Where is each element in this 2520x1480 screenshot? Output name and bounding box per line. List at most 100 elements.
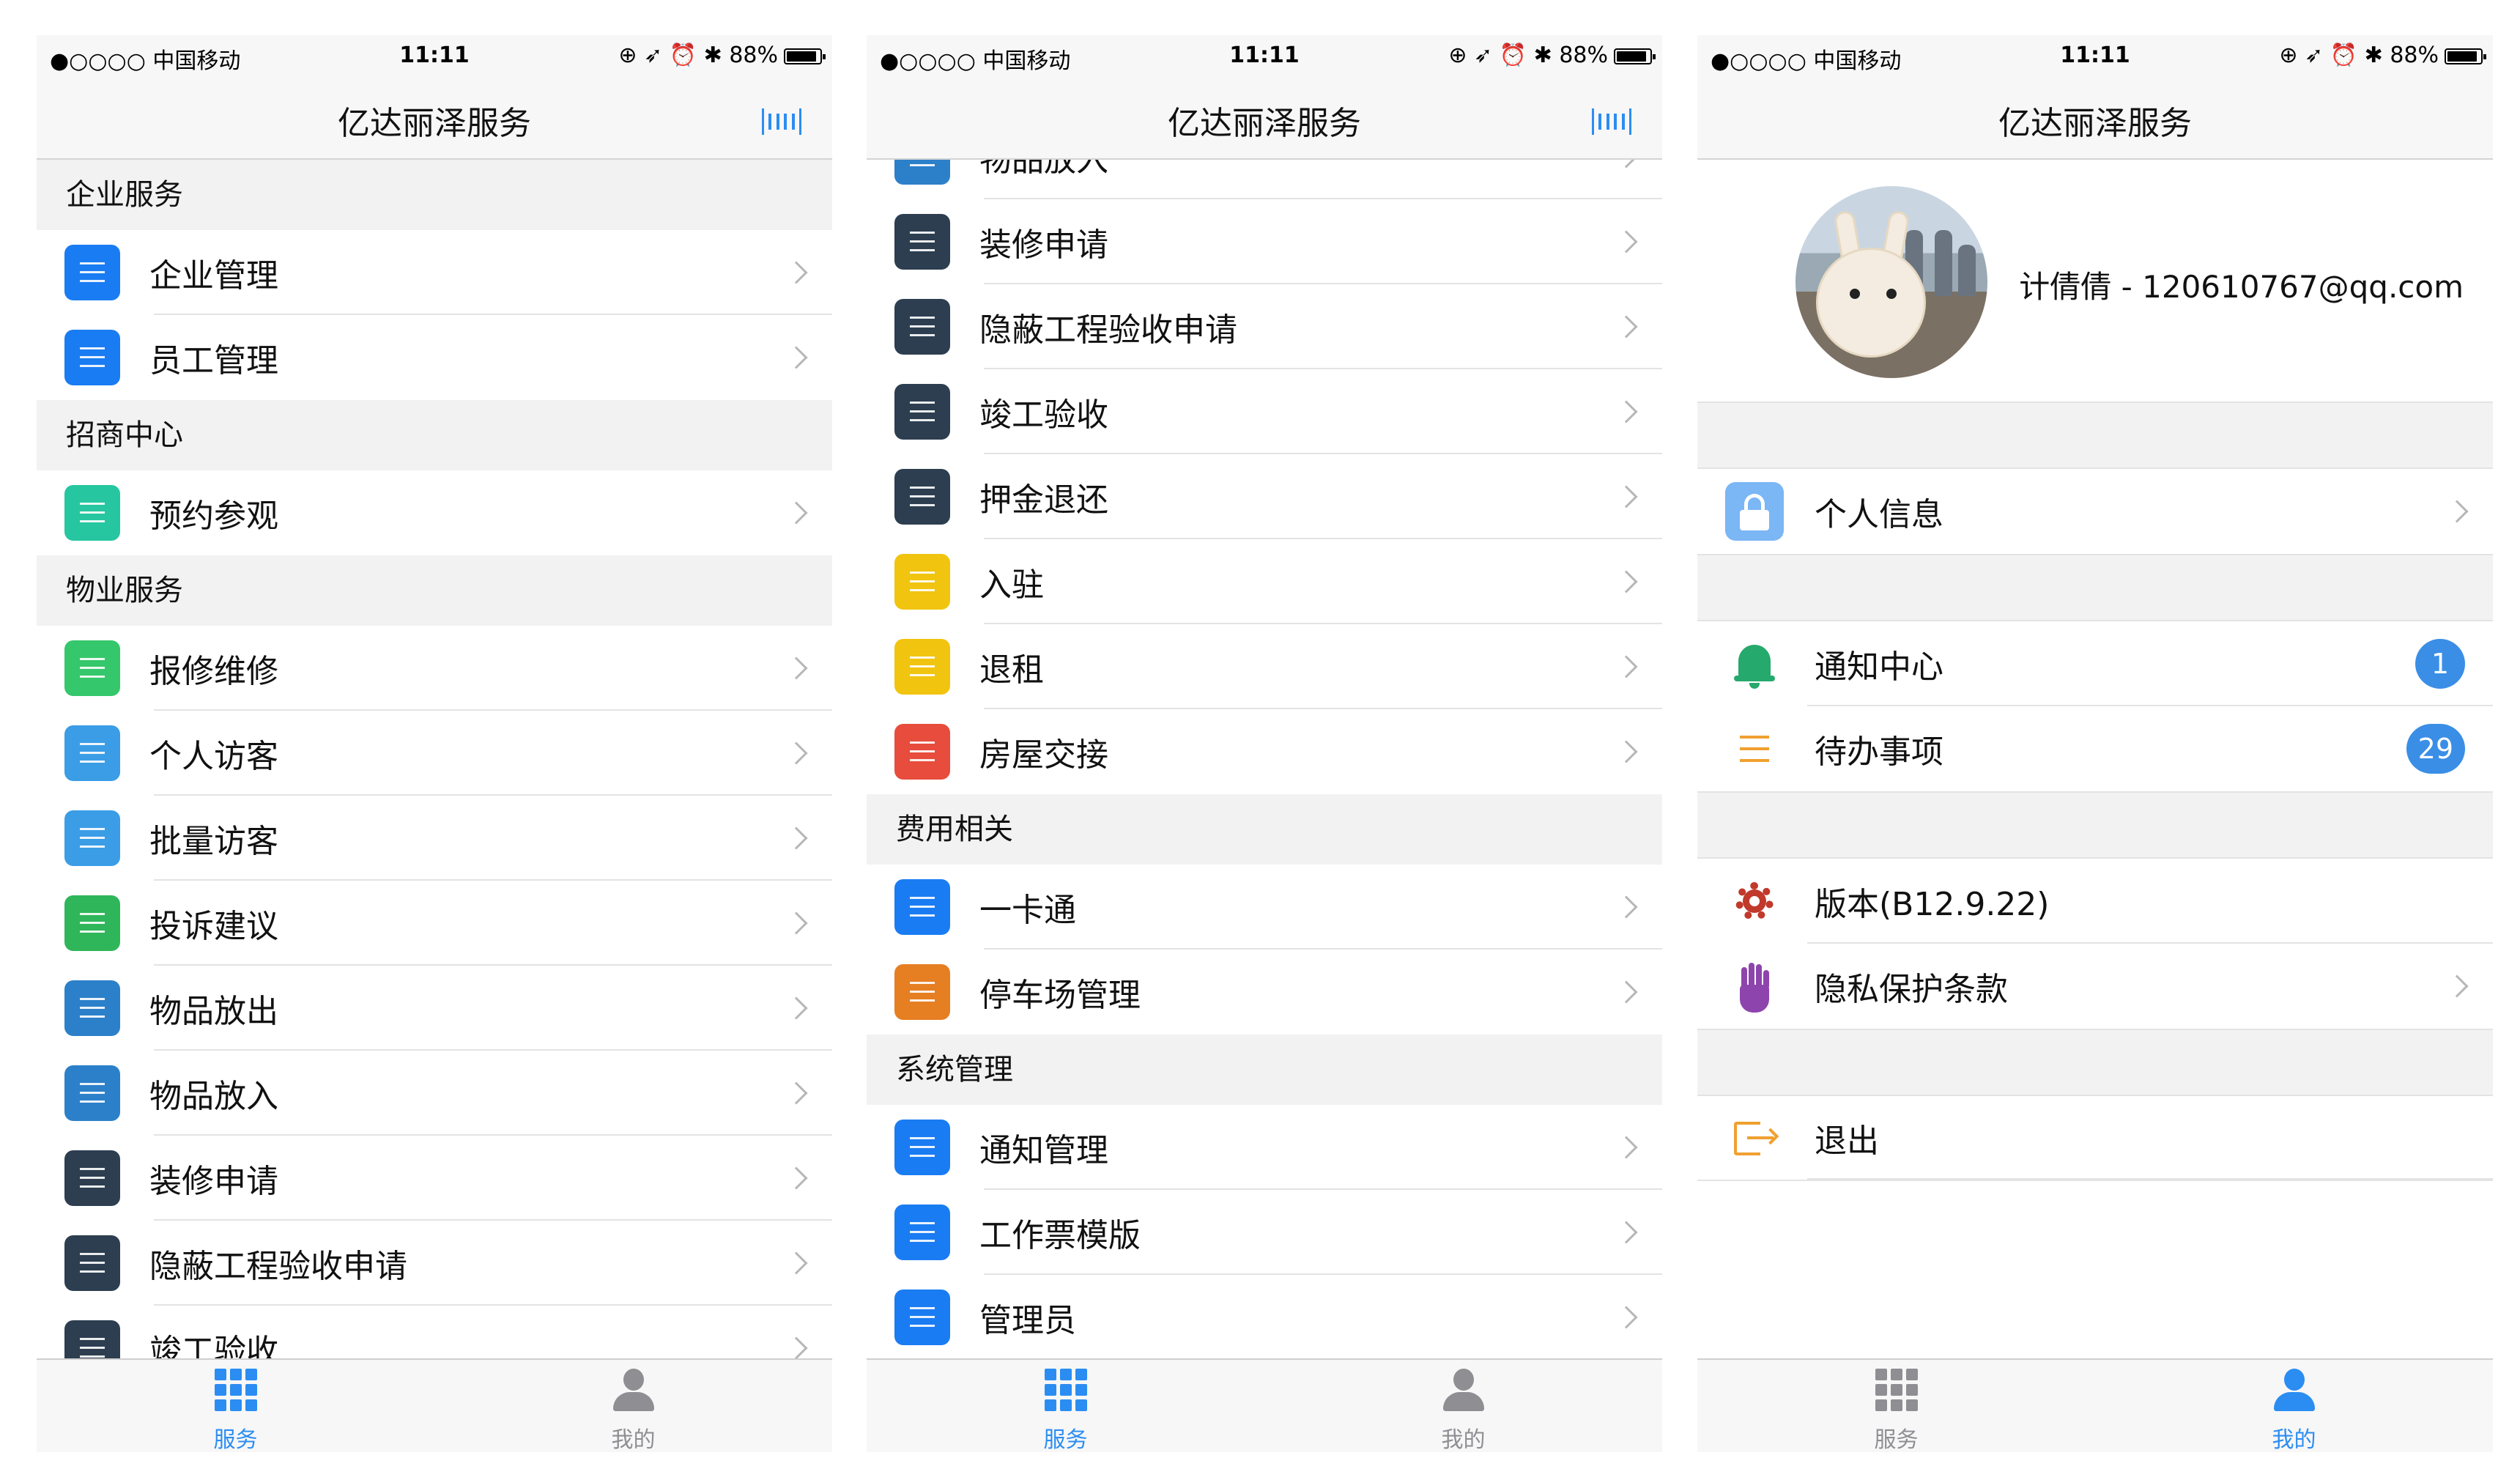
list-icon — [64, 330, 120, 385]
chevron-right-icon — [1615, 1136, 1638, 1159]
logout-icon — [1725, 1109, 1784, 1167]
section-gap — [1697, 554, 2493, 621]
chevron-right-icon — [785, 1081, 808, 1105]
chevron-right-icon — [785, 1251, 808, 1275]
chevron-right-icon — [2445, 500, 2469, 523]
personal-info-row[interactable]: 个人信息 — [1697, 469, 2493, 554]
hand-icon — [1725, 957, 1784, 1015]
list-item-label: 预约参观 — [149, 497, 278, 535]
list-item[interactable]: 报修维修 — [37, 626, 832, 711]
status-right: ⊕ ➶ ⏰ ✱ 88% — [2279, 42, 2486, 68]
personal-info-label: 个人信息 — [1815, 496, 1943, 533]
chevron-right-icon — [2445, 974, 2469, 998]
list-item[interactable]: 企业管理 — [37, 230, 832, 315]
battery-icon — [784, 48, 826, 64]
todo-row[interactable]: 待办事项 29 — [1697, 706, 2493, 791]
list-icon — [894, 879, 950, 935]
lock-icon — [1725, 482, 1784, 541]
list-item[interactable]: 退租 — [867, 624, 1662, 709]
list-item[interactable]: 物品放出 — [37, 966, 832, 1051]
tab-mine[interactable]: 我的 — [1264, 1360, 1662, 1452]
avatar[interactable] — [1796, 186, 1987, 378]
logout-row[interactable]: 退出 — [1697, 1096, 2493, 1181]
list-item-label: 入驻 — [979, 566, 1044, 604]
list-icon — [894, 964, 950, 1020]
list-icon — [64, 895, 120, 951]
nav-bar: 亿达丽泽服务 — [1697, 76, 2493, 160]
list-item[interactable]: 押金退还 — [867, 454, 1662, 539]
gear-icon — [1725, 872, 1784, 930]
section-header: 企业服务 — [37, 160, 832, 230]
list-item[interactable]: 隐蔽工程验收申请 — [867, 284, 1662, 369]
list-item[interactable]: 物品放入 — [37, 1051, 832, 1136]
notification-center-row[interactable]: 通知中心 1 — [1697, 621, 2493, 706]
list-item[interactable]: 竣工验收 — [867, 369, 1662, 454]
list-icon — [894, 160, 950, 185]
list-item-label: 企业管理 — [149, 257, 278, 295]
list-icon — [894, 469, 950, 525]
list-item[interactable]: 预约参观 — [37, 470, 832, 555]
status-right: ⊕ ➶ ⏰ ✱ 88% — [618, 42, 826, 68]
tab-service-label: 服务 — [1874, 1427, 1919, 1452]
tab-service[interactable]: 服务 — [1697, 1360, 2095, 1452]
tab-bar: 服务 我的 — [867, 1358, 1662, 1452]
chevron-right-icon — [785, 1336, 808, 1360]
chevron-right-icon — [1615, 485, 1638, 508]
list-item[interactable]: 管理员 — [867, 1275, 1662, 1360]
chevron-right-icon — [1615, 655, 1638, 678]
tab-mine-label: 我的 — [611, 1427, 656, 1452]
screen-services-top: ●○○○○ 中国移动 11:11 ⊕ ➶ ⏰ ✱ 88% 亿达丽泽服务 企业服务… — [37, 35, 832, 1452]
tab-service[interactable]: 服务 — [37, 1360, 434, 1452]
tab-mine-label: 我的 — [1441, 1427, 1486, 1452]
barcode-scan-icon[interactable] — [1592, 108, 1631, 135]
list-item-label: 停车场管理 — [979, 977, 1141, 1014]
grid-icon — [214, 1369, 257, 1411]
status-bar: ●○○○○ 中国移动 11:11 ⊕ ➶ ⏰ ✱ 88% — [37, 35, 832, 76]
privacy-label: 隐私保护条款 — [1815, 971, 2008, 1008]
list-item[interactable]: 一卡通 — [867, 865, 1662, 950]
list-item[interactable]: 房屋交接 — [867, 709, 1662, 794]
list-item-label: 房屋交接 — [979, 736, 1108, 774]
todo-badge: 29 — [2406, 724, 2465, 774]
list-item[interactable]: 通知管理 — [867, 1105, 1662, 1190]
list-icon — [894, 1205, 950, 1260]
list-item[interactable]: 工作票模版 — [867, 1190, 1662, 1275]
status-bar: ●○○○○ 中国移动 11:11 ⊕ ➶ ⏰ ✱ 88% — [867, 35, 1662, 76]
privacy-row[interactable]: 隐私保护条款 — [1697, 944, 2493, 1029]
list-icon — [894, 299, 950, 355]
list-item[interactable]: 装修申请 — [867, 199, 1662, 284]
list-item[interactable]: 隐蔽工程验收申请 — [37, 1221, 832, 1306]
list-icon — [64, 810, 120, 866]
list-item-label: 投诉建议 — [149, 908, 278, 945]
barcode-scan-icon[interactable] — [762, 108, 801, 135]
list-item-label: 退租 — [979, 651, 1044, 689]
list-item[interactable]: 物品放入 — [867, 160, 1662, 199]
section-header: 系统管理 — [867, 1035, 1662, 1105]
list-icon — [894, 214, 950, 270]
list-icon — [894, 1120, 950, 1175]
list-item[interactable]: 入驻 — [867, 539, 1662, 624]
tab-mine[interactable]: 我的 — [2095, 1360, 2493, 1452]
chevron-right-icon — [785, 996, 808, 1020]
tab-service[interactable]: 服务 — [867, 1360, 1264, 1452]
list-item[interactable]: 个人访客 — [37, 711, 832, 796]
battery-icon — [2445, 48, 2486, 64]
profile-header[interactable]: 计倩倩 - 120610767@qq.com — [1697, 160, 2493, 402]
list-item[interactable]: 装修申请 — [37, 1136, 832, 1221]
service-list[interactable]: 企业服务 企业管理 员工管理 招商中心 预约参观 物业服务 报修维修 个人访客 批量访客 投诉建议… — [37, 160, 832, 1386]
tab-mine[interactable]: 我的 — [434, 1360, 832, 1452]
list-item[interactable]: 员工管理 — [37, 315, 832, 400]
list-item-label: 报修维修 — [149, 653, 278, 690]
list-item[interactable]: 停车场管理 — [867, 950, 1662, 1035]
nav-bar: 亿达丽泽服务 — [867, 76, 1662, 160]
list-item[interactable]: 批量访客 — [37, 796, 832, 881]
list-item-label: 物品放入 — [979, 160, 1108, 179]
list-item[interactable]: 投诉建议 — [37, 881, 832, 966]
service-list[interactable]: 物品放入 装修申请 隐蔽工程验收申请 竣工验收 押金退还 入驻 退租 房屋交接 费用相关 一卡通停… — [867, 160, 1662, 1386]
chevron-right-icon — [1615, 740, 1638, 763]
chevron-right-icon — [1615, 570, 1638, 593]
list-icon — [894, 1290, 950, 1345]
section-gap — [1697, 791, 2493, 859]
list-icon — [64, 725, 120, 781]
list-icon — [64, 1150, 120, 1206]
